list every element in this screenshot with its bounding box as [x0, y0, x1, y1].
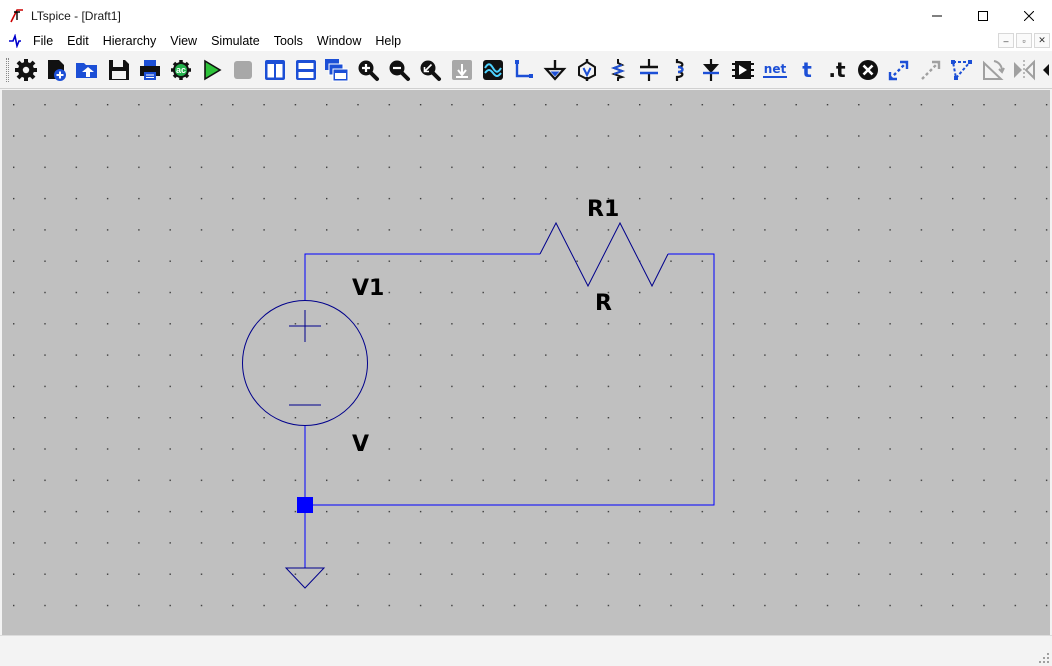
- toolbar: ac net t .t: [0, 51, 1052, 89]
- print-icon[interactable]: [137, 57, 163, 83]
- menu-file[interactable]: File: [26, 31, 60, 51]
- menu-help[interactable]: Help: [368, 31, 408, 51]
- zoom-in-icon[interactable]: [355, 57, 381, 83]
- text-label: t: [802, 58, 812, 82]
- spice-text-icon[interactable]: .t: [824, 57, 850, 83]
- resistor-name-label[interactable]: R1: [587, 197, 619, 222]
- component-icon[interactable]: [730, 57, 756, 83]
- resize-grip-icon[interactable]: [1038, 652, 1050, 664]
- resistor-icon[interactable]: [605, 57, 631, 83]
- menu-tools[interactable]: Tools: [267, 31, 310, 51]
- schematic-canvas[interactable]: R1 R V1 V: [2, 90, 1050, 635]
- run-icon[interactable]: [199, 57, 225, 83]
- open-icon[interactable]: [75, 57, 101, 83]
- gear-icon[interactable]: [13, 57, 39, 83]
- minimize-button[interactable]: [914, 0, 960, 31]
- junction-node[interactable]: [297, 497, 313, 513]
- spice-text-label: .t: [828, 58, 846, 82]
- autorange-icon[interactable]: [449, 57, 475, 83]
- drag-icon[interactable]: [949, 57, 975, 83]
- tile-horizontal-icon[interactable]: [293, 57, 319, 83]
- zoom-out-icon[interactable]: [386, 57, 412, 83]
- delete-icon[interactable]: [855, 57, 881, 83]
- save-icon[interactable]: [106, 57, 132, 83]
- menu-hierarchy[interactable]: Hierarchy: [96, 31, 164, 51]
- capacitor-icon[interactable]: [636, 57, 662, 83]
- waveform-icon[interactable]: [480, 57, 506, 83]
- zoom-fit-icon[interactable]: [417, 57, 443, 83]
- grid-dots: [2, 90, 1050, 635]
- halt-icon[interactable]: [230, 57, 256, 83]
- maximize-button[interactable]: [960, 0, 1006, 31]
- cascade-icon[interactable]: [324, 57, 350, 83]
- menu-view[interactable]: View: [163, 31, 204, 51]
- menu-edit[interactable]: Edit: [60, 31, 96, 51]
- source-name-label[interactable]: V1: [352, 276, 384, 301]
- tile-vertical-icon[interactable]: [262, 57, 288, 83]
- ac-analysis-icon[interactable]: ac: [168, 57, 194, 83]
- ground-icon[interactable]: [542, 57, 568, 83]
- source-value-label[interactable]: V: [352, 432, 369, 457]
- duplicate-icon[interactable]: [886, 57, 912, 83]
- mdi-restore-button[interactable]: ▫: [1016, 33, 1032, 48]
- resistor-value-label[interactable]: R: [595, 291, 612, 316]
- ltspice-logo-icon: [9, 8, 25, 24]
- rotate-icon[interactable]: [980, 57, 1006, 83]
- close-button[interactable]: [1006, 0, 1052, 31]
- window-title: LTspice - [Draft1]: [31, 8, 121, 23]
- menu-bar: File Edit Hierarchy View Simulate Tools …: [0, 31, 1052, 51]
- wire-icon[interactable]: [511, 57, 537, 83]
- inductor-icon[interactable]: [667, 57, 693, 83]
- menu-window[interactable]: Window: [310, 31, 368, 51]
- ac-label: ac: [176, 65, 186, 75]
- diode-icon[interactable]: [698, 57, 724, 83]
- more-icon[interactable]: [1040, 57, 1052, 83]
- menu-simulate[interactable]: Simulate: [204, 31, 267, 51]
- spice-directive-icon[interactable]: net: [761, 57, 789, 83]
- text-icon[interactable]: t: [794, 57, 820, 83]
- mirror-icon[interactable]: [1011, 57, 1037, 83]
- net-label: net: [764, 62, 787, 76]
- status-bar: [0, 635, 1052, 666]
- mdi-close-button[interactable]: ✕: [1034, 33, 1050, 48]
- title-bar: LTspice - [Draft1]: [0, 0, 1052, 31]
- document-icon[interactable]: [7, 33, 23, 49]
- label-net-icon[interactable]: [574, 57, 600, 83]
- mdi-minimize-button[interactable]: –: [998, 33, 1014, 48]
- toolbar-grip[interactable]: [6, 58, 9, 82]
- move-icon[interactable]: [918, 57, 944, 83]
- new-schematic-icon[interactable]: [44, 57, 70, 83]
